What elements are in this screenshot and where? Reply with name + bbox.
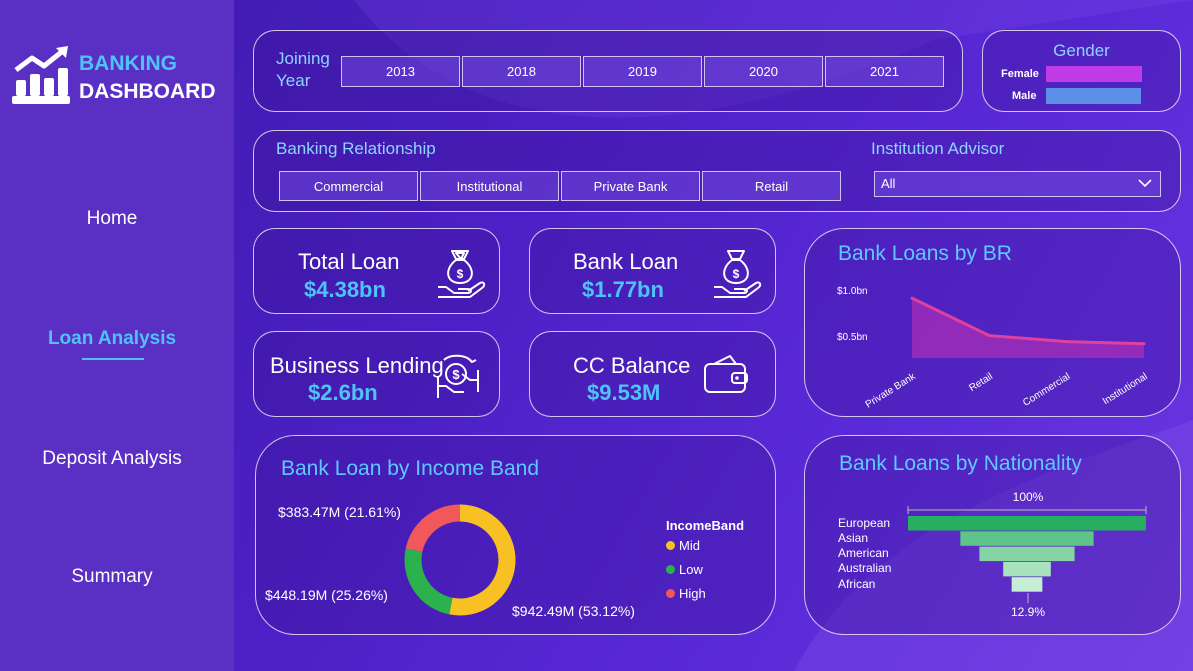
funnel-bottom-label: 12.9%	[1011, 605, 1045, 619]
br-point[interactable]	[987, 334, 991, 338]
year-option-2019[interactable]: 2019	[583, 56, 702, 87]
funnel-bar-australian[interactable]	[1003, 561, 1051, 577]
male-bar[interactable]	[1046, 88, 1141, 104]
br-x-label: Institutional	[1101, 371, 1150, 407]
kpi-business-lending-label: Business Lending	[270, 353, 444, 378]
donut-slice-high[interactable]	[405, 504, 461, 553]
funnel-label-australian: Australian	[838, 561, 892, 575]
br-option-institutional[interactable]: Institutional	[420, 171, 559, 201]
bank-loans-by-br-chart: $1.0bn $0.5bn Private Bank Retail Commerci…	[837, 286, 1150, 411]
nav-summary[interactable]: Summary	[0, 566, 224, 588]
kpi-bank-loan-value: $1.77bn	[582, 277, 664, 302]
female-bar[interactable]	[1046, 66, 1142, 82]
brand-line-1: BANKING	[79, 52, 177, 75]
br-area	[912, 298, 1144, 358]
dollar-exchange-hand-icon: $	[437, 354, 479, 398]
br-x-label: Private Bank	[864, 371, 919, 411]
svg-text:$: $	[457, 267, 464, 281]
br-y-tick-1: $1.0bn	[837, 286, 868, 297]
donut-slice-mid[interactable]	[449, 504, 516, 616]
funnel-bar-american[interactable]	[979, 546, 1075, 562]
legend-high-dot	[666, 589, 675, 598]
funnel-label-african: African	[838, 577, 876, 591]
kpi-cc-balance: CC Balance $9.53M	[529, 331, 776, 417]
institution-advisor-dropdown[interactable]: All	[874, 171, 1161, 197]
br-y-tick-2: $0.5bn	[837, 332, 868, 343]
br-x-label: Commercial	[1021, 371, 1072, 409]
nav-loan-analysis[interactable]: Loan Analysis	[0, 328, 224, 350]
gender-slicer: Gender Female Male	[982, 30, 1181, 112]
kpi-total-loan-value: $4.38bn	[304, 277, 386, 302]
institution-advisor-selected: All	[881, 176, 896, 191]
female-label: Female	[1001, 68, 1039, 80]
kpi-cc-balance-label: CC Balance	[573, 353, 691, 378]
joining-year-options: 2013 2018 2019 2020 2021	[341, 56, 944, 87]
funnel-bar-african[interactable]	[1011, 577, 1043, 592]
svg-text:$: $	[452, 367, 460, 382]
banking-relationship-options: Commercial Institutional Private Bank Re…	[279, 171, 841, 201]
donut-label-high: $383.47M (21.61%)	[278, 504, 401, 520]
br-x-label: Retail	[967, 371, 995, 394]
funnel-bar-asian[interactable]	[960, 531, 1094, 546]
institution-advisor-title: Institution Advisor	[871, 139, 1005, 158]
br-option-private-bank[interactable]: Private Bank	[561, 171, 700, 201]
nav-active-indicator	[82, 358, 144, 360]
legend-mid[interactable]: Mid	[666, 538, 700, 553]
year-option-2013[interactable]: 2013	[341, 56, 460, 87]
banking-relationship-title: Banking Relationship	[276, 139, 436, 158]
male-label: Male	[1012, 90, 1037, 102]
donut-slice-low[interactable]	[404, 548, 453, 615]
br-point[interactable]	[1065, 340, 1069, 344]
funnel-label-asian: Asian	[838, 531, 869, 545]
svg-text:$: $	[733, 267, 740, 281]
kpi-business-lending: Business Lending $2.6bn $	[253, 331, 500, 417]
legend-low-dot	[666, 565, 675, 574]
legend-mid-dot	[666, 541, 675, 550]
kpi-total-loan-label: Total Loan	[298, 249, 400, 274]
donut-label-mid: $942.49M (53.12%)	[512, 603, 635, 619]
kpi-total-loan: Total Loan $4.38bn $	[253, 228, 500, 314]
joining-year-title-line1: Joining	[276, 49, 330, 68]
kpi-bank-loan: Bank Loan $1.77bn $	[529, 228, 776, 314]
year-option-2018[interactable]: 2018	[462, 56, 581, 87]
funnel-label-european: European	[838, 516, 891, 530]
br-point[interactable]	[1142, 342, 1146, 346]
money-bag-hand-icon: $	[438, 250, 486, 298]
kpi-bank-loan-label: Bank Loan	[573, 249, 679, 274]
funnel-label-american: American	[838, 546, 889, 560]
legend-high-label: High	[679, 586, 706, 601]
legend-low-label: Low	[679, 562, 703, 577]
donut-label-low: $448.19M (25.26%)	[265, 587, 388, 603]
chart-growth-icon	[12, 46, 70, 104]
brand-line-2: DASHBOARD	[79, 80, 216, 103]
year-option-2020[interactable]: 2020	[704, 56, 823, 87]
sidebar: BANKING DASHBOARD Home Loan Analysis Dep…	[0, 0, 234, 671]
nav-deposit-analysis[interactable]: Deposit Analysis	[0, 448, 224, 470]
kpi-business-lending-value: $2.6bn	[308, 380, 378, 405]
chevron-down-icon	[1138, 179, 1152, 188]
bank-loan-by-income-title: Bank Loan by Income Band	[281, 457, 540, 480]
funnel-bar-european[interactable]	[908, 516, 1146, 531]
br-point[interactable]	[910, 296, 914, 300]
gender-title: Gender	[1053, 41, 1110, 60]
funnel-top-label: 100%	[1013, 490, 1044, 504]
money-bag-hand-icon: $	[714, 250, 762, 298]
legend-low[interactable]: Low	[666, 562, 703, 577]
legend-high[interactable]: High	[666, 586, 706, 601]
wallet-icon	[704, 355, 748, 393]
year-option-2021[interactable]: 2021	[825, 56, 944, 87]
joining-year-title: Joining Year	[276, 48, 330, 92]
income-legend-title: IncomeBand	[666, 518, 745, 533]
brand-title: BANKING DASHBOARD	[79, 50, 216, 106]
income-donut-chart	[404, 504, 516, 616]
br-option-commercial[interactable]: Commercial	[279, 171, 418, 201]
legend-mid-label: Mid	[679, 538, 700, 553]
kpi-cc-balance-value: $9.53M	[587, 380, 661, 405]
br-option-retail[interactable]: Retail	[702, 171, 841, 201]
joining-year-slicer: Joining Year 2013 2018 2019 2020 2021	[253, 30, 963, 112]
nav-home[interactable]: Home	[0, 208, 224, 230]
joining-year-title-line2: Year	[276, 71, 311, 90]
